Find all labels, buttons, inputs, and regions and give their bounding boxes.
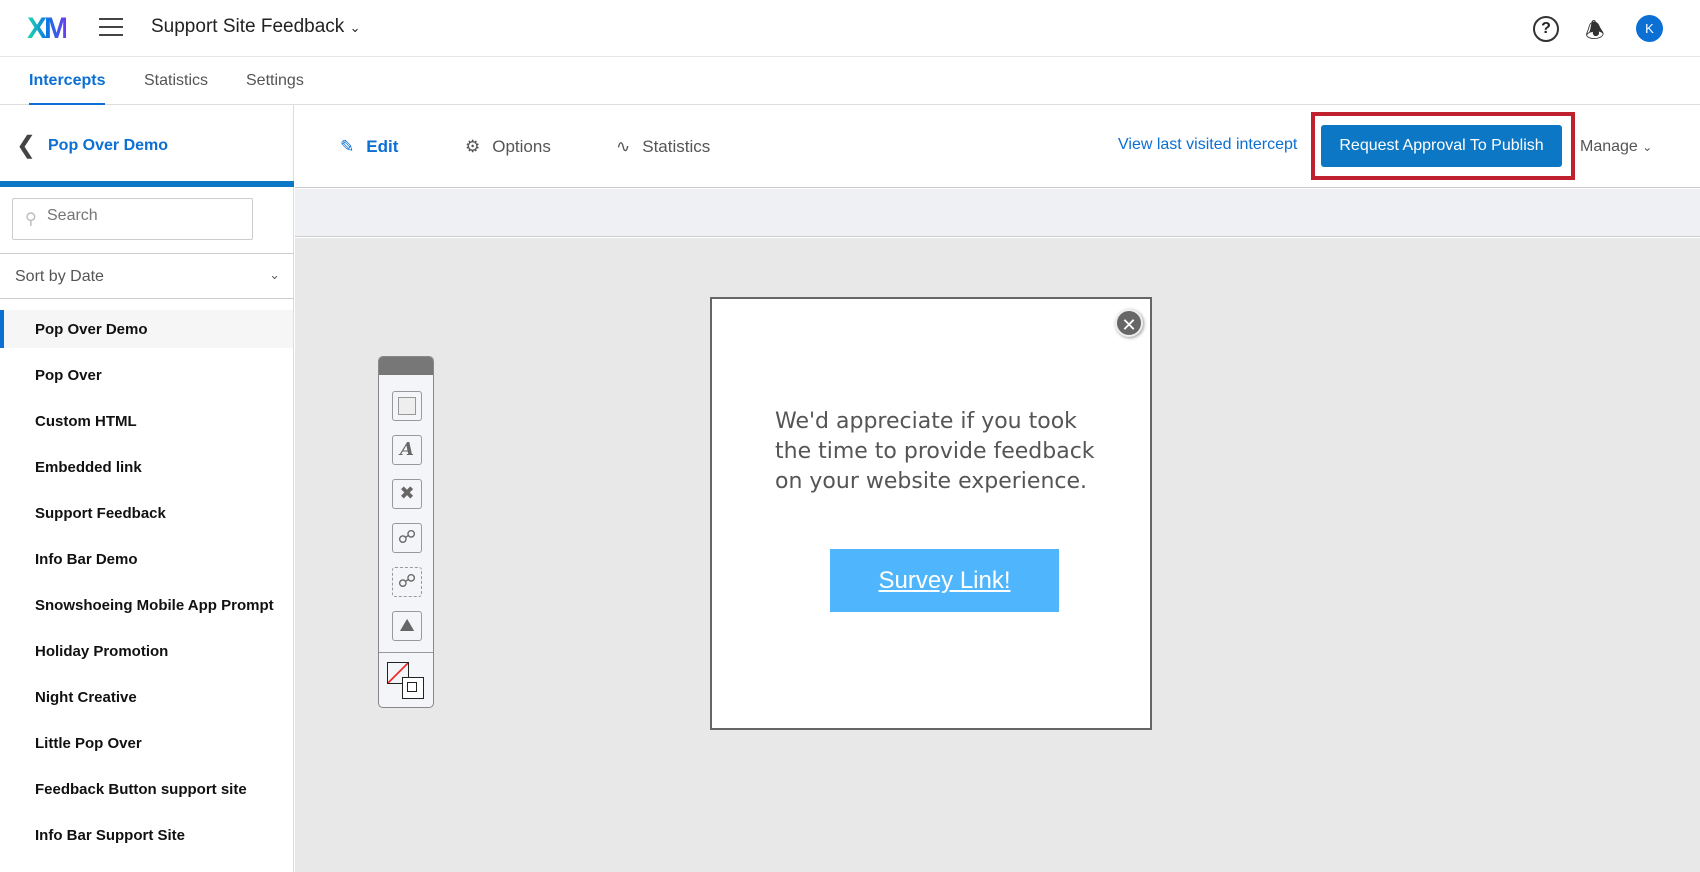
text-icon[interactable]: A [392, 435, 422, 465]
list-item[interactable]: Little Pop Over [0, 724, 293, 762]
chevron-left-icon: ❮ [16, 132, 37, 159]
search-box[interactable]: ⚲ [12, 198, 253, 240]
hamburger-menu-icon[interactable] [99, 18, 123, 38]
manage-dropdown[interactable]: Manage ⌄ [1580, 138, 1652, 156]
options-tab[interactable]: ⚙ Options [465, 137, 551, 157]
line-chart-icon: ∿ [616, 137, 631, 156]
bell-icon[interactable]: 🕭 [1585, 14, 1605, 52]
list-item[interactable]: Pop Over [0, 356, 293, 394]
top-header: XM Support Site Feedback ⌄ ? 🕭 K [0, 0, 1700, 57]
statistics-label: Statistics [642, 137, 711, 156]
list-item[interactable]: Info Bar Demo [0, 540, 293, 578]
list-item[interactable]: Info Bar Support Site [0, 816, 293, 854]
layer-order-icon[interactable] [387, 662, 425, 700]
tab-statistics[interactable]: Statistics [144, 72, 208, 90]
sort-label: Sort by Date [15, 268, 104, 285]
tab-settings[interactable]: Settings [246, 72, 304, 90]
image-icon[interactable]: ⛰ [392, 611, 422, 641]
list-item[interactable]: Night Creative [0, 678, 293, 716]
element-palette: A ✖ ☍ ☍ ⛰ [378, 356, 434, 708]
link-icon[interactable]: ☍ [392, 523, 422, 553]
tab-intercepts[interactable]: Intercepts [29, 72, 106, 106]
current-intercept-title: Pop Over Demo [48, 137, 169, 154]
list-item[interactable]: Embedded link [0, 448, 293, 486]
list-item[interactable]: Snowshoeing Mobile App Prompt [0, 586, 293, 624]
edit-tab[interactable]: ✎ Edit [340, 137, 398, 157]
chevron-down-icon: ⌄ [269, 267, 280, 282]
search-icon: ⚲ [25, 211, 37, 228]
pencil-icon: ✎ [340, 137, 355, 156]
statistics-tab[interactable]: ∿ Statistics [616, 137, 710, 157]
intercept-sidebar: ❮ Pop Over Demo ⚲ Sort by Date ⌄ Pop Ove… [0, 105, 294, 872]
list-item[interactable]: Custom HTML [0, 402, 293, 440]
list-item[interactable]: Feedback Button support site [0, 770, 293, 808]
project-selector[interactable]: Support Site Feedback ⌄ [151, 16, 360, 38]
back-to-intercept[interactable]: ❮ Pop Over Demo [0, 105, 294, 187]
close-button-icon[interactable]: ✖ [392, 479, 422, 509]
xm-logo[interactable]: XM [27, 12, 69, 46]
chevron-down-icon: ⌄ [349, 20, 361, 35]
search-input[interactable] [47, 207, 247, 225]
gear-icon: ⚙ [465, 137, 481, 156]
square-icon[interactable] [392, 391, 422, 421]
popover-preview[interactable]: ✕ We'd appreciate if you took the time t… [710, 297, 1152, 730]
nav-tabs: Intercepts Statistics Settings [0, 57, 1700, 106]
list-item[interactable]: Holiday Promotion [0, 632, 293, 670]
list-item[interactable]: Pop Over Demo [0, 310, 293, 348]
avatar[interactable]: K [1636, 15, 1663, 42]
palette-drag-handle[interactable] [379, 357, 433, 375]
view-last-visited-link[interactable]: View last visited intercept [1118, 136, 1297, 154]
request-approval-button[interactable]: Request Approval To Publish [1321, 125, 1562, 167]
embedded-link-icon[interactable]: ☍ [392, 567, 422, 597]
edit-label: Edit [366, 137, 399, 156]
canvas-header-strip [295, 189, 1700, 237]
options-label: Options [492, 137, 551, 156]
sort-dropdown[interactable]: Sort by Date ⌄ [0, 253, 294, 299]
close-icon[interactable]: ✕ [1115, 309, 1143, 337]
chevron-down-icon: ⌄ [1642, 140, 1653, 154]
help-icon[interactable]: ? [1533, 16, 1559, 42]
project-title: Support Site Feedback [151, 16, 345, 37]
manage-label: Manage [1580, 138, 1638, 155]
popover-message[interactable]: We'd appreciate if you took the time to … [775, 407, 1115, 497]
survey-link-button[interactable]: Survey Link! [830, 549, 1059, 612]
list-item[interactable]: Support Feedback [0, 494, 293, 532]
